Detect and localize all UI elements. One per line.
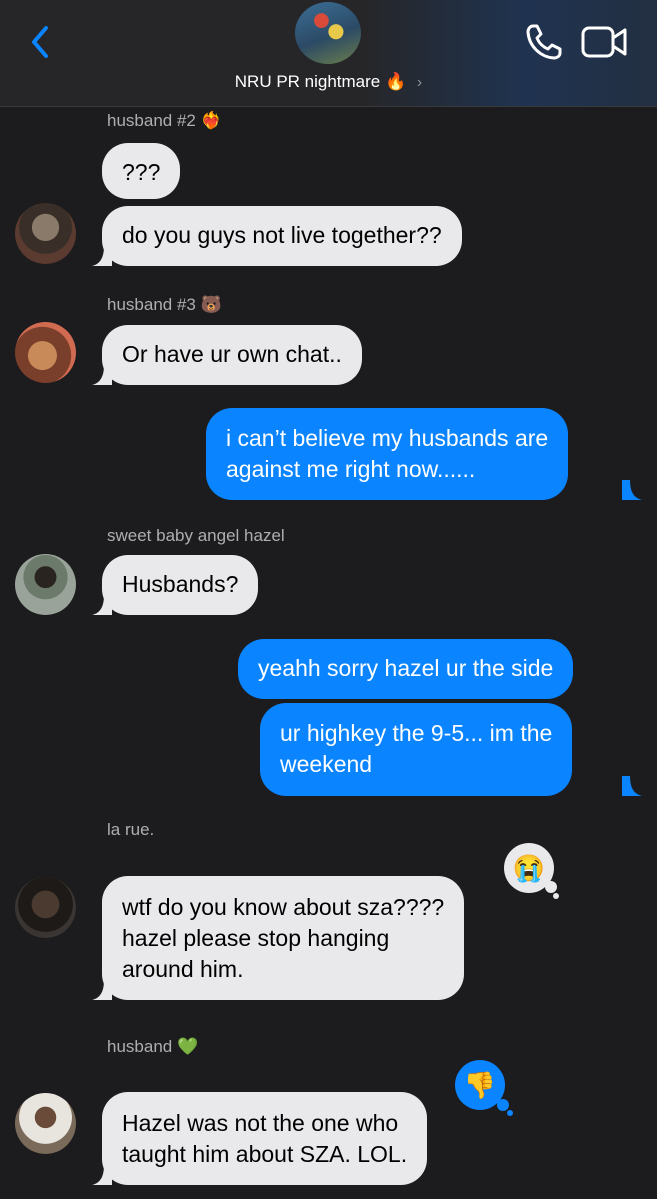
bubble-tail <box>92 246 112 266</box>
avatar[interactable] <box>15 554 76 615</box>
chevron-left-icon[interactable] <box>26 22 56 62</box>
message-bubble[interactable]: do you guys not live together?? <box>102 206 462 266</box>
bubble-tail <box>92 365 112 385</box>
video-camera-icon[interactable] <box>581 24 627 60</box>
conversation-header: NRU PR nightmare 🔥 › <box>0 0 657 107</box>
group-name-button[interactable]: NRU PR nightmare 🔥 › <box>0 72 657 92</box>
message-bubble[interactable]: wtf do you know about sza???? hazel plea… <box>102 876 465 1000</box>
reaction-dot <box>497 1099 509 1111</box>
bubble-tail <box>92 1165 112 1185</box>
sender-name: sweet baby angel hazel <box>107 526 285 545</box>
heart-on-fire-emoji: ❤️‍🔥 <box>200 111 222 130</box>
bear-emoji: 🐻 <box>200 295 222 314</box>
sender-name: la rue. <box>107 820 155 839</box>
message-bubble[interactable]: ur highkey the 9-5... im the weekend <box>260 703 573 796</box>
reaction-dot <box>507 1110 513 1116</box>
group-avatar[interactable] <box>295 2 361 64</box>
bubble-tail <box>622 776 642 796</box>
group-name: NRU PR nightmare <box>234 72 381 91</box>
message-bubble[interactable]: Husbands? <box>102 555 259 615</box>
sender-name: husband #2 ❤️‍🔥 <box>107 111 222 130</box>
avatar[interactable] <box>15 322 76 383</box>
reaction-dot <box>545 881 557 893</box>
chevron-right-icon: › <box>416 74 423 91</box>
green-heart-emoji: 💚 <box>176 1037 199 1056</box>
sender-name: husband 💚 <box>107 1037 199 1056</box>
sender-name: husband #3 🐻 <box>107 295 222 314</box>
message-bubble[interactable]: yeahh sorry hazel ur the side <box>238 639 574 699</box>
message-bubble[interactable]: Or have ur own chat.. <box>102 325 362 385</box>
bubble-tail <box>92 980 112 1000</box>
avatar[interactable] <box>15 1093 76 1154</box>
avatar[interactable] <box>15 877 76 938</box>
bubble-tail <box>92 595 112 615</box>
message-bubble[interactable]: ??? <box>102 143 181 199</box>
reaction-dot <box>553 893 559 899</box>
fire-emoji: 🔥 <box>385 72 407 91</box>
avatar[interactable] <box>15 203 76 264</box>
phone-icon[interactable] <box>524 22 564 62</box>
message-bubble[interactable]: i can’t believe my husbands are against … <box>206 408 569 500</box>
bubble-tail <box>622 480 642 500</box>
message-bubble[interactable]: Hazel was not the one who taught him abo… <box>102 1092 428 1185</box>
